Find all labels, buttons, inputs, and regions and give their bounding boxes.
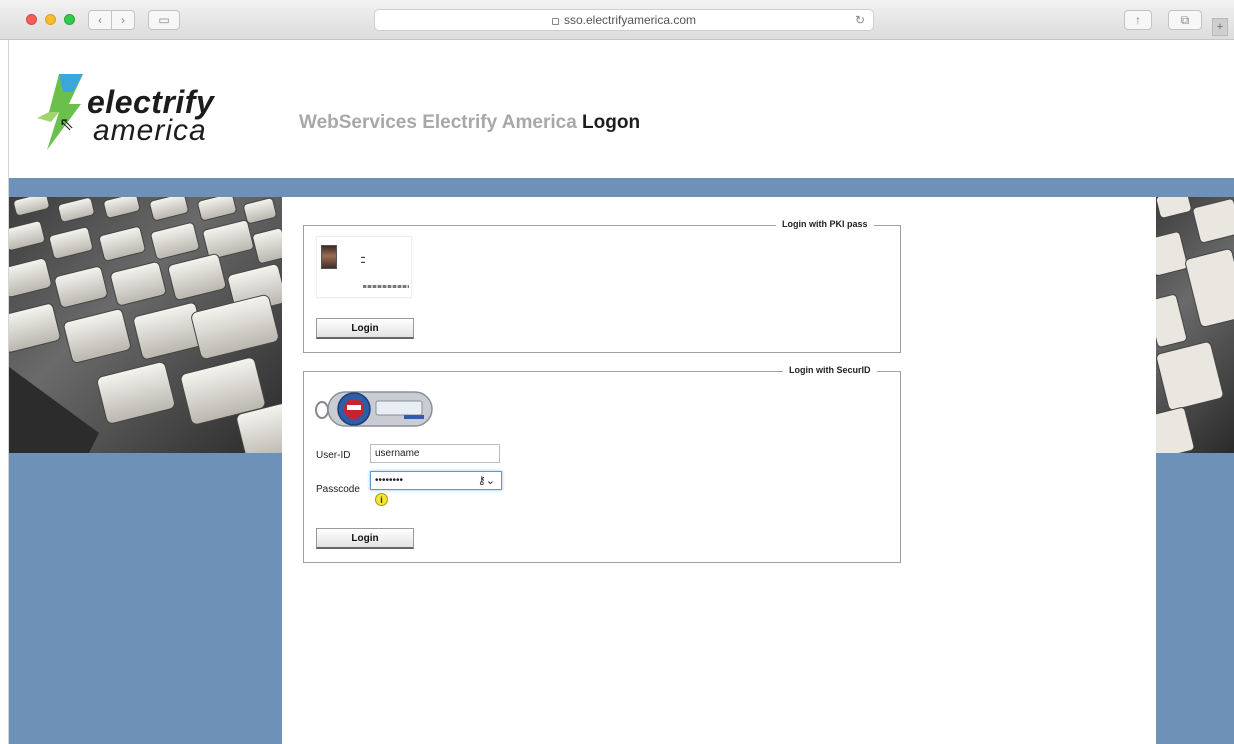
passcode-value: •••••••• [375,475,404,486]
sidebar-button[interactable]: ▭ [148,10,180,30]
pki-legend: Login with PKI pass [776,219,874,229]
chevron-right-icon: › [121,13,125,27]
chevron-left-icon: ‹ [98,13,102,27]
keyboard-photo-right [1156,197,1234,453]
page-title: WebServices Electrify America Logon [299,112,640,134]
url-text: sso.electrifyamerica.com [563,13,697,27]
web-page: electrify america ⇖ WebServices Electrif… [8,40,1234,744]
forward-button[interactable]: › [111,10,135,30]
passcode-input[interactable]: •••••••• ⚷⌄ [370,471,502,490]
new-tab-button[interactable]: + [1212,18,1228,36]
key-dropdown-icon[interactable]: ⚷⌄ [478,474,495,487]
page-title-strong: Logon [582,112,641,133]
close-window-button[interactable] [26,14,37,25]
securid-token-icon [315,391,433,427]
back-button[interactable]: ‹ [88,10,112,30]
browser-toolbar: ‹ › ▭ sso.electrifyamerica.com ↻ ↑ ⧉ + [0,0,1234,40]
tabs-button[interactable]: ⧉ [1168,10,1202,30]
sidebar-icon: ▭ [158,13,170,27]
lock-icon [551,17,559,25]
share-icon: ↑ [1135,13,1141,27]
address-bar[interactable]: sso.electrifyamerica.com ↻ [374,9,874,31]
securid-legend: Login with SecurID [783,365,877,375]
card-name-lines: ▬ ▬ [361,254,365,264]
passcode-label: Passcode [316,484,360,495]
info-icon[interactable]: i [375,493,388,506]
logo-text-america: america [93,114,207,147]
userid-input[interactable] [370,444,500,463]
tabs-icon: ⧉ [1180,12,1190,27]
page-title-light: WebServices Electrify America [299,112,577,133]
pki-pass-card-image: ▬ ▬ [316,236,412,298]
pki-login-button[interactable]: Login [316,318,414,339]
pki-login-fieldset: Login with PKI pass ▬ ▬ Login [303,219,901,353]
zoom-window-button[interactable] [64,14,75,25]
minimize-window-button[interactable] [45,14,56,25]
userid-label: User-ID [316,450,351,461]
card-org-line [363,285,409,288]
securid-login-fieldset: Login with SecurID User-ID Passcode ••••… [303,365,901,563]
header-band [9,178,1234,197]
electrify-america-logo: electrify america ⇖ [37,72,277,152]
plus-icon: + [1216,21,1224,33]
keyboard-photo-left [9,197,282,453]
id-photo [321,245,337,269]
share-button[interactable]: ↑ [1124,10,1152,30]
securid-login-button[interactable]: Login [316,528,414,549]
mouse-cursor-icon: ⇖ [59,114,75,134]
reload-icon[interactable]: ↻ [855,13,865,27]
